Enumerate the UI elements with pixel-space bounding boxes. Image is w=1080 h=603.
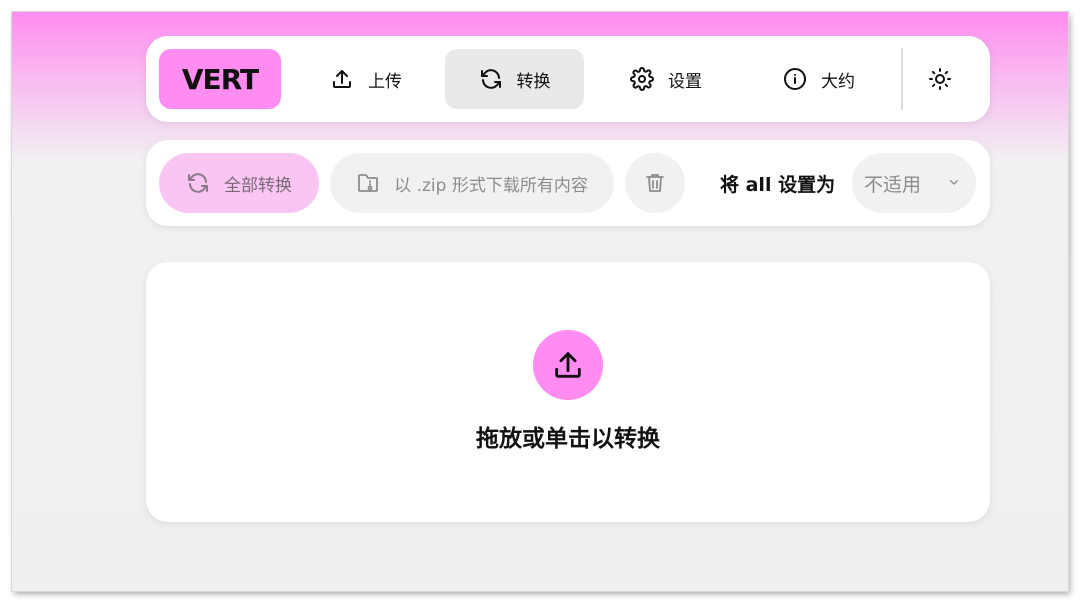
app-window: VERT 上传 转换 设置 大约 全部转换 以 .zip 形式下载所有内容 将 …: [12, 12, 1068, 591]
nav-upload-label: 上传: [368, 71, 402, 92]
chevron-down-icon: [950, 180, 958, 185]
info-icon: [784, 68, 806, 90]
format-select[interactable]: 不适用: [852, 153, 976, 213]
refresh-icon: [188, 173, 208, 193]
upload-icon: [555, 352, 581, 378]
gear-icon: [630, 67, 654, 91]
toolbar: 全部转换 以 .zip 形式下载所有内容 将 all 设置为 不适用: [146, 140, 990, 226]
nav-settings[interactable]: 设置: [601, 49, 731, 109]
navbar: VERT 上传 转换 设置 大约: [146, 36, 990, 122]
sun-icon: [929, 68, 951, 90]
refresh-icon: [480, 69, 501, 89]
nav-upload[interactable]: 上传: [301, 49, 431, 109]
theme-toggle-button[interactable]: [922, 61, 958, 97]
convert-all-label: 全部转换: [224, 175, 292, 196]
nav-about[interactable]: 大约: [754, 49, 884, 109]
set-all-label: 将 all 设置为: [720, 174, 836, 196]
delete-all-button[interactable]: [625, 153, 685, 213]
nav-settings-label: 设置: [668, 71, 702, 92]
nav-convert[interactable]: 转换: [445, 49, 584, 109]
dropzone-upload-button[interactable]: [533, 330, 603, 400]
convert-all-button[interactable]: 全部转换: [159, 153, 319, 213]
nav-divider: [901, 48, 903, 110]
dropzone-label: 拖放或单击以转换: [476, 426, 660, 452]
upload-icon: [333, 70, 351, 88]
logo[interactable]: VERT: [159, 49, 281, 109]
nav-about-label: 大约: [821, 71, 855, 92]
file-dropzone[interactable]: 拖放或单击以转换: [146, 262, 990, 522]
download-zip-label: 以 .zip 形式下载所有内容: [394, 175, 588, 196]
format-select-value: 不适用: [864, 173, 922, 196]
folder-archive-icon: [358, 174, 379, 192]
nav-convert-label: 转换: [516, 71, 551, 92]
download-zip-button[interactable]: 以 .zip 形式下载所有内容: [330, 153, 614, 213]
trash-icon: [646, 174, 664, 192]
